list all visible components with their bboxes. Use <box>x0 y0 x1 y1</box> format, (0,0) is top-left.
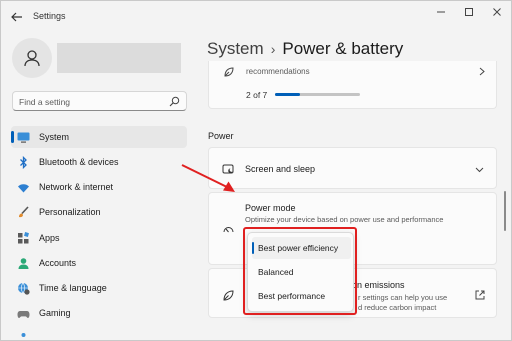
selected-indicator <box>252 242 254 254</box>
sidebar-item-label: System <box>39 132 70 142</box>
close-icon[interactable] <box>485 5 509 19</box>
sidebar-item-label: Network & internet <box>39 182 114 192</box>
sidebar-item-label: Apps <box>39 233 60 243</box>
recommendations-text: recommendations <box>246 67 310 76</box>
breadcrumb-parent[interactable]: System <box>207 39 264 58</box>
page-title: Power & battery <box>282 39 404 58</box>
progress-bar <box>275 93 360 96</box>
sidebar-item-network[interactable]: Network & internet <box>11 176 187 198</box>
search-box[interactable] <box>12 91 187 111</box>
gamepad-icon <box>17 311 30 318</box>
gauge-icon <box>223 227 234 233</box>
brush-icon <box>19 206 29 218</box>
external-link-icon[interactable] <box>475 290 485 300</box>
wifi-icon <box>18 184 29 193</box>
monitor-icon <box>17 132 30 143</box>
power-mode-option-balanced[interactable]: Balanced <box>252 261 351 283</box>
minimize-icon[interactable] <box>429 5 453 19</box>
accessibility-icon <box>21 333 26 337</box>
screen-sleep-icon <box>222 164 234 174</box>
search-icon[interactable] <box>169 96 180 107</box>
avatar[interactable] <box>12 38 52 78</box>
screen-sleep-title: Screen and sleep <box>245 164 316 174</box>
power-mode-option-best-performance[interactable]: Best performance <box>252 285 351 307</box>
breadcrumb-separator: › <box>270 41 276 57</box>
screen-sleep-card[interactable]: Screen and sleep <box>208 147 497 189</box>
option-label: Best performance <box>258 291 326 301</box>
leaf-icon <box>224 67 234 77</box>
scrollbar[interactable] <box>504 191 506 231</box>
blurred-user-info <box>57 43 181 73</box>
sidebar-item-label: Gaming <box>39 308 71 318</box>
progress-label: 2 of 7 <box>246 90 268 100</box>
sidebar-item-accounts[interactable]: Accounts <box>11 252 187 274</box>
power-mode-title: Power mode <box>245 203 296 213</box>
emissions-description-line1: r settings can help you use <box>358 293 448 302</box>
globe-clock-icon <box>18 282 30 295</box>
sidebar-item-personalization[interactable]: Personalization <box>11 201 187 223</box>
maximize-icon[interactable] <box>457 5 481 19</box>
sidebar-item-label: Bluetooth & devices <box>39 157 119 167</box>
power-mode-description: Optimize your device based on power use … <box>245 215 444 224</box>
sidebar-item-partial[interactable] <box>11 327 187 340</box>
apps-icon <box>18 232 29 244</box>
settings-window: Settings System <box>0 0 512 341</box>
search-input[interactable] <box>19 94 164 109</box>
power-mode-dropdown[interactable]: Best power efficiency Balanced Best perf… <box>247 232 354 312</box>
option-label: Best power efficiency <box>258 243 339 253</box>
power-mode-option-best-efficiency[interactable]: Best power efficiency <box>252 237 351 259</box>
title-bar: Settings <box>1 1 511 33</box>
active-indicator <box>11 131 14 143</box>
energy-recommendations-card[interactable]: recommendations 2 of 7 <box>208 61 497 109</box>
progress-fill <box>275 93 300 96</box>
chevron-right-icon[interactable] <box>477 67 486 76</box>
person-icon <box>24 50 40 67</box>
section-title-power: Power <box>208 131 234 141</box>
back-arrow-icon[interactable] <box>9 9 25 25</box>
sidebar-item-apps[interactable]: Apps <box>11 227 187 249</box>
sidebar-item-bluetooth[interactable]: Bluetooth & devices <box>11 151 187 173</box>
chevron-down-icon[interactable] <box>475 165 484 174</box>
app-title: Settings <box>33 11 66 21</box>
sidebar-item-time-language[interactable]: Time & language <box>11 277 187 299</box>
sidebar-item-gaming[interactable]: Gaming <box>11 302 187 324</box>
leaf-icon <box>223 290 234 301</box>
emissions-description-line2: d reduce carbon impact <box>358 303 437 312</box>
sidebar-item-label: Personalization <box>39 207 101 217</box>
sidebar-item-system[interactable]: System <box>11 126 187 148</box>
emissions-title: on emissions <box>352 280 405 290</box>
sidebar-item-label: Time & language <box>39 283 107 293</box>
sidebar-item-label: Accounts <box>39 258 77 268</box>
person-icon <box>18 258 29 269</box>
option-label: Balanced <box>258 267 294 277</box>
bluetooth-icon <box>20 156 27 169</box>
breadcrumb: System › Power & battery <box>207 39 403 59</box>
